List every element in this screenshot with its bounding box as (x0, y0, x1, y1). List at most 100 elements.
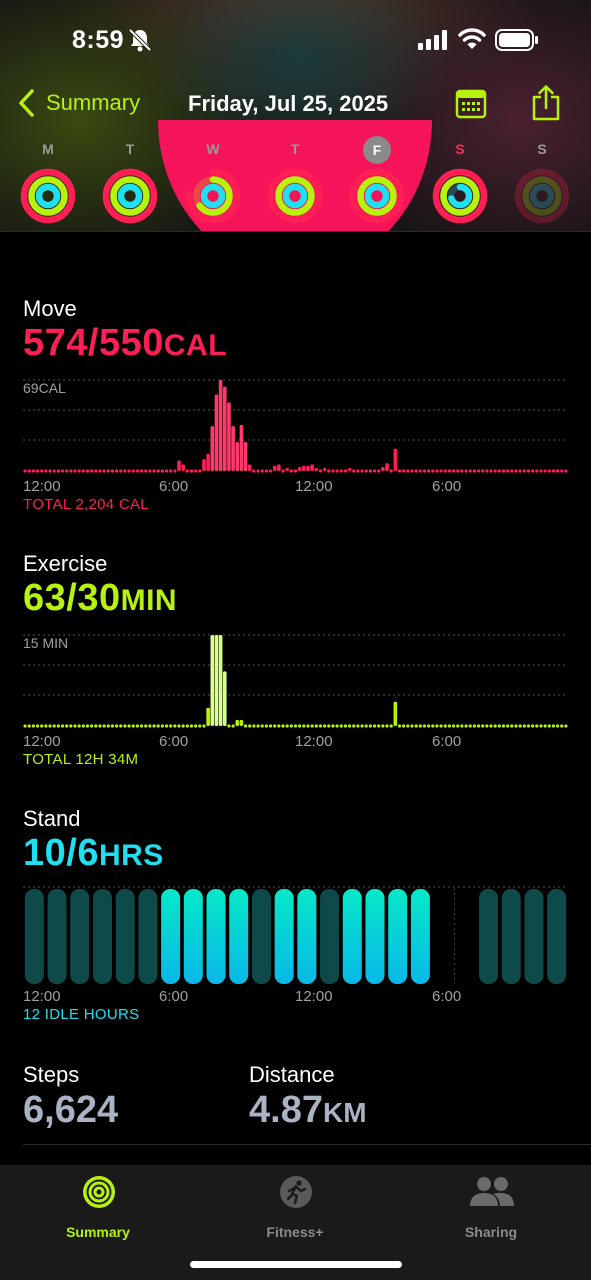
steps-label: Steps (23, 1062, 80, 1087)
ring-progress (200, 183, 226, 209)
day-rings (185, 168, 241, 224)
bar-point (227, 724, 231, 728)
bar-point (451, 724, 456, 728)
bar-point (314, 724, 318, 728)
bar-point (65, 469, 69, 473)
move-x-label-0: 12:00 (23, 478, 61, 495)
move-value-unit: CAL (163, 329, 228, 362)
bar-point (427, 724, 431, 728)
bar-point (248, 724, 252, 728)
tab-fitness-plus-label: Fitness+ (266, 1224, 324, 1240)
bar-point (56, 469, 60, 473)
bar-point (368, 469, 372, 473)
bar-point (94, 469, 98, 473)
distance-label: Distance (249, 1062, 335, 1087)
bar-point (451, 469, 456, 473)
bar-point (260, 724, 264, 728)
bar-point (543, 469, 547, 473)
tab-sharing[interactable]: Sharing (431, 1175, 551, 1245)
bar-point (402, 469, 406, 473)
divider (23, 1144, 591, 1145)
bar-point (323, 724, 327, 728)
bar-point (347, 724, 352, 728)
stand-chart: 12:00 6:00 12:00 6:00 12 IDLE HOURS (23, 886, 568, 1028)
bar-point (98, 724, 102, 728)
bar-point (268, 469, 273, 473)
stand-bar-idle (92, 889, 112, 984)
bar-point (252, 724, 256, 728)
bar-point (522, 724, 526, 728)
bar-point (135, 724, 140, 728)
exercise-x-label-2: 12:00 (295, 733, 333, 750)
back-label: Summary (46, 90, 141, 115)
bar-point (44, 724, 48, 728)
bar-point (443, 469, 447, 473)
stand-bar-idle (70, 889, 90, 984)
bar-point (522, 469, 526, 473)
distance-unit: KM (322, 1097, 367, 1128)
bar-point (506, 724, 510, 728)
bar-point (447, 724, 452, 728)
bar (272, 465, 277, 471)
bar-point (106, 724, 110, 728)
bar-point (535, 469, 539, 473)
bar (285, 468, 289, 471)
bar (210, 426, 215, 471)
status-bar: 8:59 (0, 0, 591, 80)
day-0[interactable]: M (18, 136, 78, 228)
bar-point (531, 469, 535, 473)
bar-point (372, 469, 377, 473)
share-icon[interactable] (531, 84, 561, 122)
bar-point (460, 724, 464, 728)
back-button[interactable]: Summary (16, 88, 140, 118)
bar-point (547, 469, 551, 473)
bar-point (231, 724, 235, 728)
day-6[interactable]: S (512, 136, 572, 228)
day-5[interactable]: S (430, 136, 490, 228)
bar (347, 468, 352, 471)
bar-point (560, 724, 564, 728)
chevron-left-icon (19, 89, 34, 117)
bar-point (431, 469, 435, 473)
bar-point (501, 469, 506, 473)
bar-point (156, 469, 160, 473)
bar-point (497, 724, 501, 728)
bar-point (481, 469, 485, 473)
day-1[interactable]: T (100, 136, 160, 228)
bar-point (102, 724, 106, 728)
bar-point (60, 724, 65, 728)
bar-point (514, 469, 518, 473)
battery-icon (495, 29, 538, 51)
day-2[interactable]: W (183, 136, 243, 228)
bar-point (85, 724, 90, 728)
tab-fitness-plus[interactable]: Fitness+ (235, 1175, 355, 1245)
bar-point (202, 724, 206, 728)
bar-point (164, 469, 169, 473)
stand-bar-idle (524, 889, 544, 984)
page-title: Friday, Jul 25, 2025 (188, 91, 389, 116)
day-letter: S (455, 141, 465, 157)
bar-point (472, 469, 476, 473)
bar-point (293, 469, 298, 473)
bar-point (327, 469, 331, 473)
bar (177, 460, 181, 471)
bar (235, 441, 240, 471)
bar-point (339, 724, 343, 728)
stand-bar-idle (47, 889, 67, 984)
tab-summary[interactable]: Summary (38, 1175, 158, 1245)
bar-point (485, 469, 489, 473)
bar (206, 707, 210, 726)
bar-point (73, 724, 77, 728)
bar-point (472, 724, 476, 728)
ring-track (529, 183, 555, 209)
day-3[interactable]: T (265, 136, 325, 228)
bar-point (31, 469, 36, 473)
bar-point (514, 724, 518, 728)
stand-bar-stood (161, 889, 181, 984)
bar-point (106, 469, 110, 473)
bar-point (77, 469, 81, 473)
day-4[interactable]: F (347, 136, 407, 228)
calendar-icon[interactable] (455, 88, 487, 120)
bar (214, 394, 219, 471)
bar-point (368, 724, 372, 728)
